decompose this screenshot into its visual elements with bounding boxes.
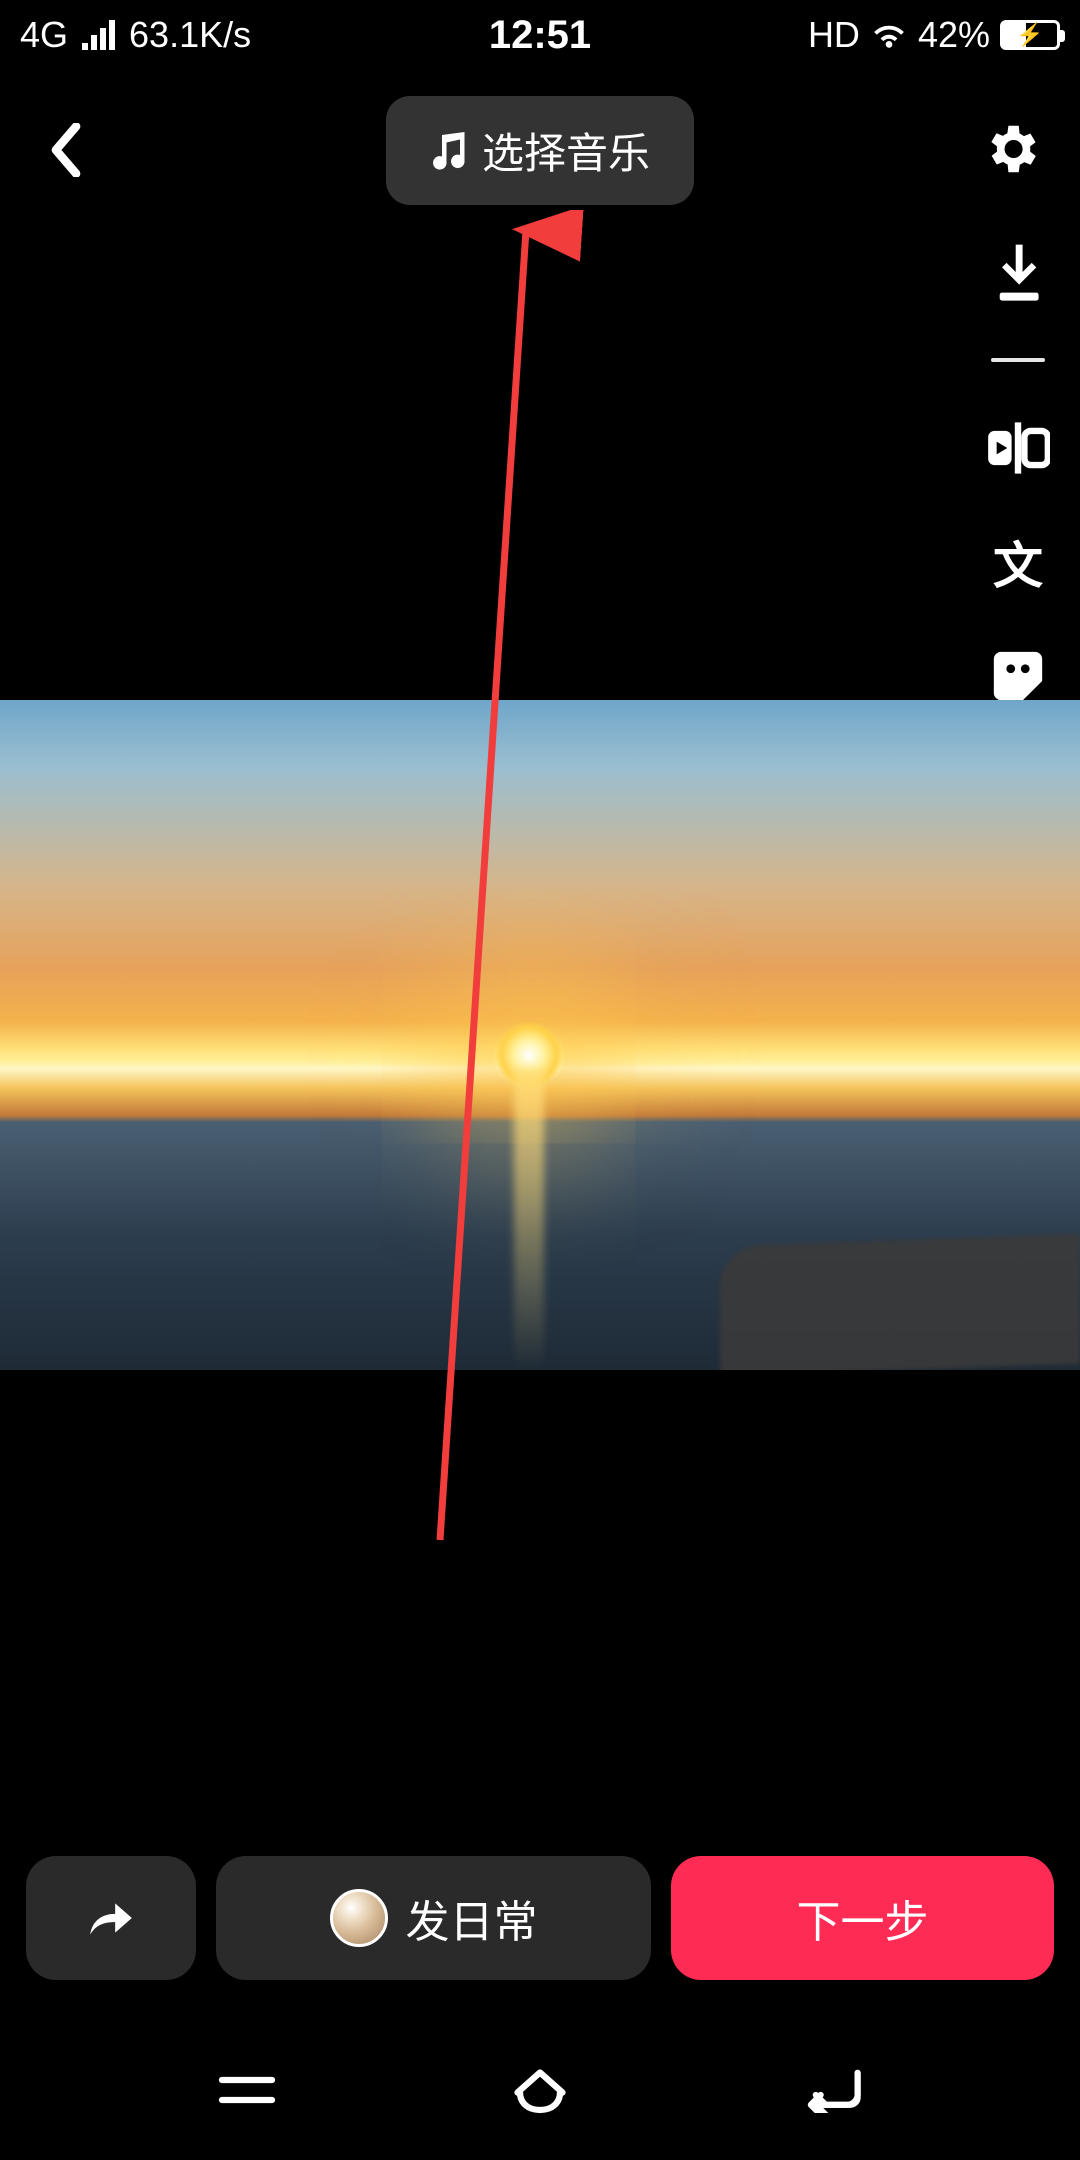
battery-icon: ⚡: [1000, 20, 1060, 50]
clock: 12:51: [489, 13, 591, 58]
sticker-button[interactable]: [986, 644, 1050, 708]
text-tool-button[interactable]: 文: [986, 530, 1050, 594]
post-daily-label: 发日常: [406, 1886, 538, 1950]
battery-percentage: 42%: [918, 14, 990, 56]
select-music-label: 选择音乐: [482, 120, 650, 181]
back-button[interactable]: [36, 120, 96, 180]
avatar: [330, 1889, 388, 1947]
status-bar: 4G 63.1K/s 12:51 HD 42% ⚡: [0, 0, 1080, 70]
network-type: 4G: [20, 14, 68, 56]
signal-icon: [82, 20, 115, 50]
watermark-area: [720, 1234, 1080, 1370]
split-video-button[interactable]: [986, 416, 1050, 480]
share-button[interactable]: [26, 1856, 196, 1980]
tool-divider: [991, 358, 1045, 362]
music-note-icon: [430, 130, 466, 170]
nav-menu-button[interactable]: [207, 2050, 287, 2130]
bottom-action-row: 发日常 下一步: [0, 1856, 1080, 1980]
system-nav-bar: [0, 2020, 1080, 2160]
nav-home-button[interactable]: [500, 2050, 580, 2130]
next-step-label: 下一步: [797, 1886, 929, 1950]
settings-button[interactable]: [980, 118, 1044, 182]
share-icon: [86, 1897, 136, 1939]
nav-back-button[interactable]: [793, 2050, 873, 2130]
network-speed: 63.1K/s: [129, 14, 251, 56]
editor-top-bar: 选择音乐: [0, 90, 1080, 210]
select-music-button[interactable]: 选择音乐: [386, 96, 694, 205]
post-daily-button[interactable]: 发日常: [216, 1856, 651, 1980]
wifi-icon: [870, 20, 908, 50]
hd-indicator: HD: [808, 14, 860, 56]
video-preview[interactable]: [0, 700, 1080, 1370]
next-step-button[interactable]: 下一步: [671, 1856, 1054, 1980]
download-button[interactable]: [986, 240, 1050, 304]
